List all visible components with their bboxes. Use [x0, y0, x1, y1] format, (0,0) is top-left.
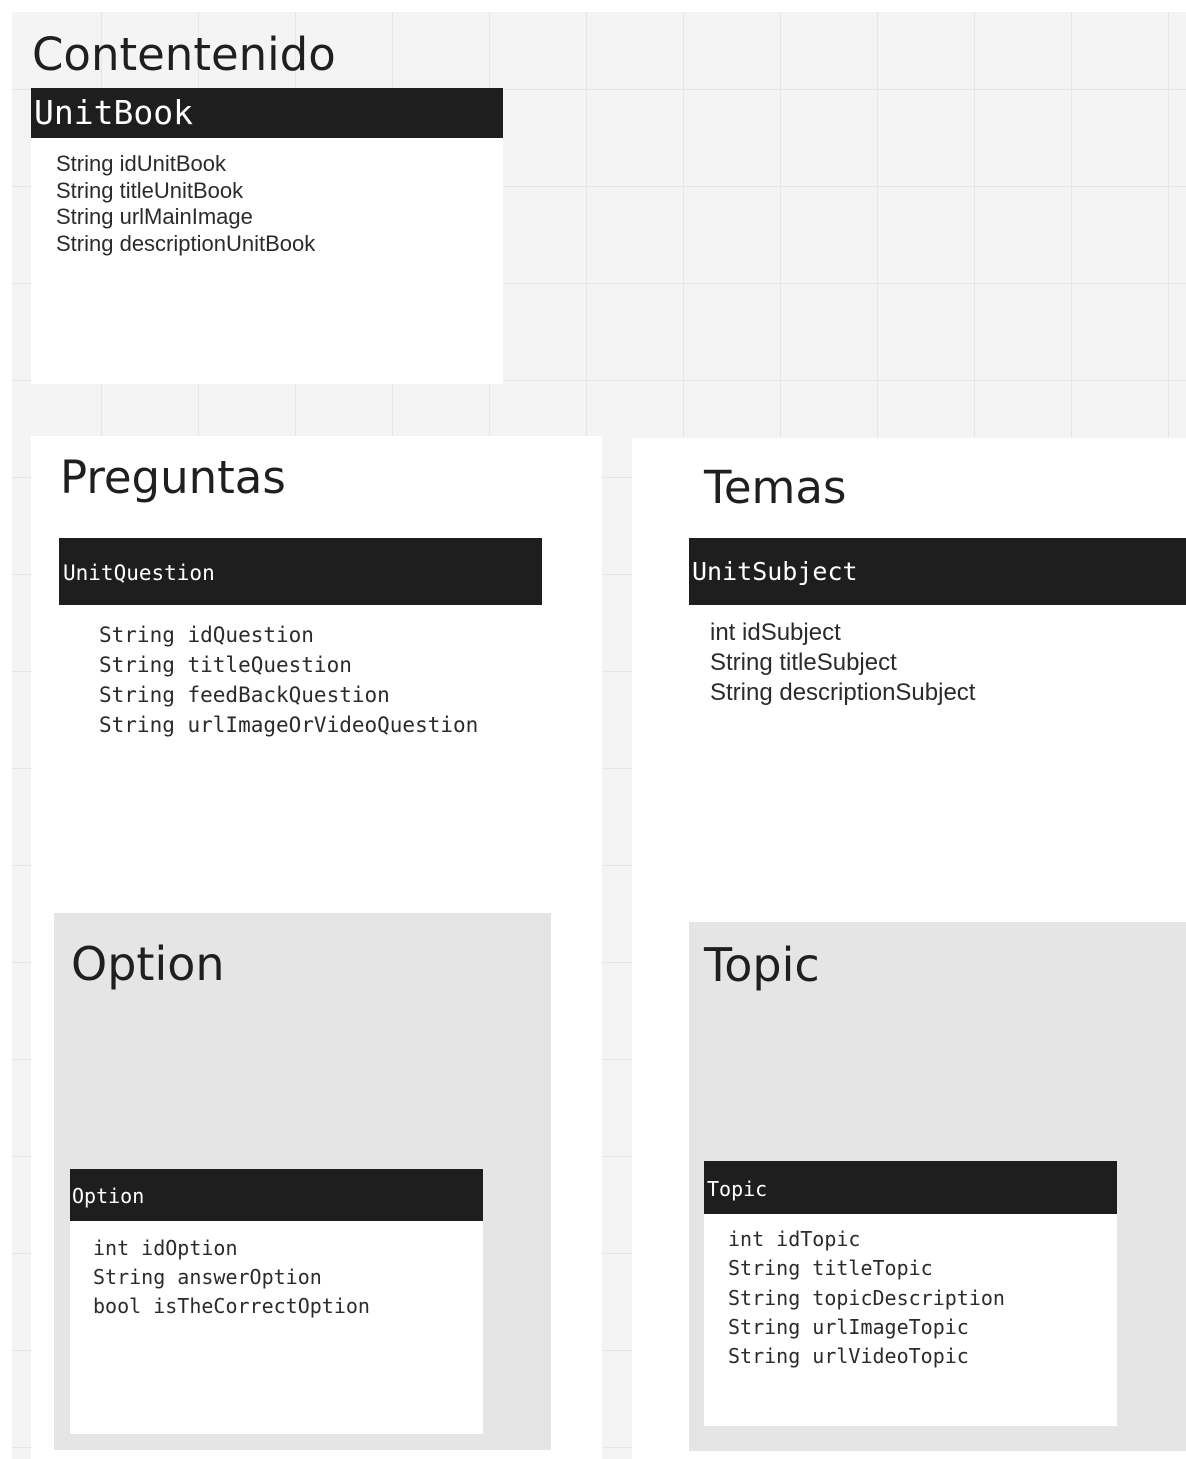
field-list-unitsubject: int idSubject String titleSubject String…: [710, 618, 975, 708]
field-item: String titleSubject: [710, 649, 897, 676]
field-item: bool isTheCorrectOption: [93, 1294, 370, 1318]
class-header-unitbook: UnitBook: [31, 88, 503, 138]
field-item: String titleQuestion: [99, 653, 352, 677]
class-card-unitquestion[interactable]: UnitQuestion String idQuestion String ti…: [59, 538, 542, 793]
field-list-topic: int idTopic String titleTopic String top…: [728, 1225, 1005, 1371]
field-item: String idQuestion: [99, 623, 314, 647]
frame-title-option: Option: [71, 937, 225, 991]
field-list-unitquestion: String idQuestion String titleQuestion S…: [99, 620, 478, 740]
field-item: String idUnitBook: [56, 151, 226, 176]
class-card-option[interactable]: Option int idOption String answerOption …: [70, 1169, 483, 1434]
frame-option[interactable]: Option Option int idOption String answer…: [54, 913, 551, 1450]
class-header-unitsubject: UnitSubject: [689, 538, 1186, 605]
field-item: String descriptionSubject: [710, 679, 976, 706]
class-card-unitsubject[interactable]: UnitSubject int idSubject String titleSu…: [689, 538, 1186, 838]
field-item: String answerOption: [93, 1265, 322, 1289]
field-item: String titleUnitBook: [56, 177, 244, 203]
field-item: String feedBackQuestion: [99, 683, 390, 707]
field-list-option: int idOption String answerOption bool is…: [93, 1234, 370, 1321]
class-header-topic: Topic: [704, 1161, 1117, 1214]
field-item: String titleTopic: [728, 1256, 933, 1281]
section-title-contenido: Contentenido: [32, 28, 336, 81]
frame-title-preguntas: Preguntas: [60, 451, 286, 504]
field-item: String urlImageOrVideoQuestion: [99, 713, 479, 737]
field-item: int idOption: [93, 1236, 238, 1260]
class-header-unitquestion: UnitQuestion: [59, 538, 542, 605]
field-item: String urlImageTopic: [728, 1314, 969, 1339]
class-card-topic[interactable]: Topic int idTopic String titleTopic Stri…: [704, 1161, 1117, 1426]
class-card-unitbook[interactable]: UnitBook String idUnitBook String titleU…: [31, 88, 503, 384]
class-header-option: Option: [70, 1169, 483, 1221]
frame-preguntas[interactable]: Preguntas UnitQuestion String idQuestion…: [31, 436, 602, 1459]
field-item: int idTopic: [728, 1227, 861, 1251]
frame-topic[interactable]: Topic Topic int idTopic String titleTopi…: [689, 922, 1186, 1451]
whiteboard-canvas[interactable]: Contentenido UnitBook String idUnitBook …: [12, 12, 1186, 1459]
frame-title-temas: Temas: [704, 461, 847, 514]
frame-title-topic: Topic: [704, 938, 820, 992]
field-item: String descriptionUnitBook: [56, 230, 316, 256]
frame-temas[interactable]: Temas UnitSubject int idSubject String t…: [632, 438, 1186, 1459]
field-item: String urlVideoTopic: [728, 1344, 969, 1369]
field-item: String urlMainImage: [56, 204, 253, 229]
field-item: String topicDescription: [728, 1285, 1005, 1310]
field-list-unitbook: String idUnitBook String titleUnitBook S…: [56, 151, 315, 257]
field-item: int idSubject: [710, 619, 841, 646]
